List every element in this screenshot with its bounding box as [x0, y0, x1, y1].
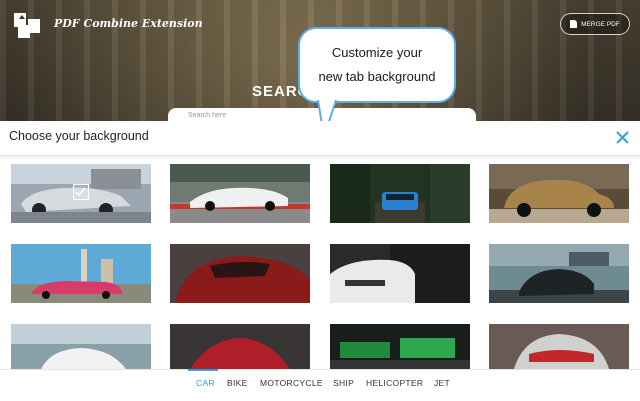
thumbnail-red-white-car[interactable]	[489, 324, 629, 369]
document-icon	[570, 20, 578, 28]
merge-pdf-label: MERGE PDF	[581, 20, 620, 28]
thumbnail-pink-classic-car[interactable]	[11, 244, 151, 303]
thumbnail-blue-car-forest[interactable]	[330, 164, 470, 223]
thumbnail-vintage-beetle[interactable]	[489, 164, 629, 223]
car-image	[489, 244, 629, 303]
panel-title: Choose your background	[9, 129, 149, 143]
thumbnail-green-race-cars[interactable]	[330, 324, 470, 369]
thumbnail-car-by-water[interactable]	[489, 244, 629, 303]
merge-pdf-button[interactable]: MERGE PDF	[560, 13, 630, 35]
car-image	[11, 244, 151, 303]
car-image	[170, 244, 310, 303]
car-image	[330, 244, 470, 303]
tooltip-line-2: new tab background	[318, 69, 436, 84]
car-image	[11, 324, 151, 369]
car-image	[170, 164, 310, 223]
tab-helicopter[interactable]: HELICOPTER	[366, 378, 423, 388]
thumbnail-red-sports-car[interactable]	[170, 244, 310, 303]
car-image	[489, 324, 629, 369]
tab-car[interactable]: CAR	[196, 378, 215, 388]
thumbnail-white-car-dark[interactable]	[330, 244, 470, 303]
close-icon[interactable]	[615, 130, 630, 145]
tooltip-line-1: Customize your	[331, 45, 423, 60]
thumbnail-white-car[interactable]	[11, 324, 151, 369]
thumbnail-silver-convertible[interactable]	[9, 162, 153, 225]
panel-header: Choose your background	[0, 121, 640, 156]
car-image	[170, 324, 310, 369]
car-image	[330, 324, 470, 369]
car-image	[489, 164, 629, 223]
tooltip-bubble: Customize your new tab background	[298, 27, 456, 103]
tab-motorcycle[interactable]: MOTORCYCLE	[260, 378, 323, 388]
car-image	[330, 164, 470, 223]
tab-bike[interactable]: BIKE	[227, 378, 248, 388]
pdf-logo-icon	[14, 13, 40, 38]
app-title: PDF Combine Extension	[54, 17, 203, 30]
active-tab-indicator	[188, 369, 218, 371]
tab-jet[interactable]: JET	[434, 378, 450, 388]
thumbnail-white-sports-car[interactable]	[170, 164, 310, 223]
selected-check-icon	[73, 184, 89, 200]
thumbnail-red-car[interactable]	[170, 324, 310, 369]
tab-ship[interactable]: SHIP	[333, 378, 354, 388]
